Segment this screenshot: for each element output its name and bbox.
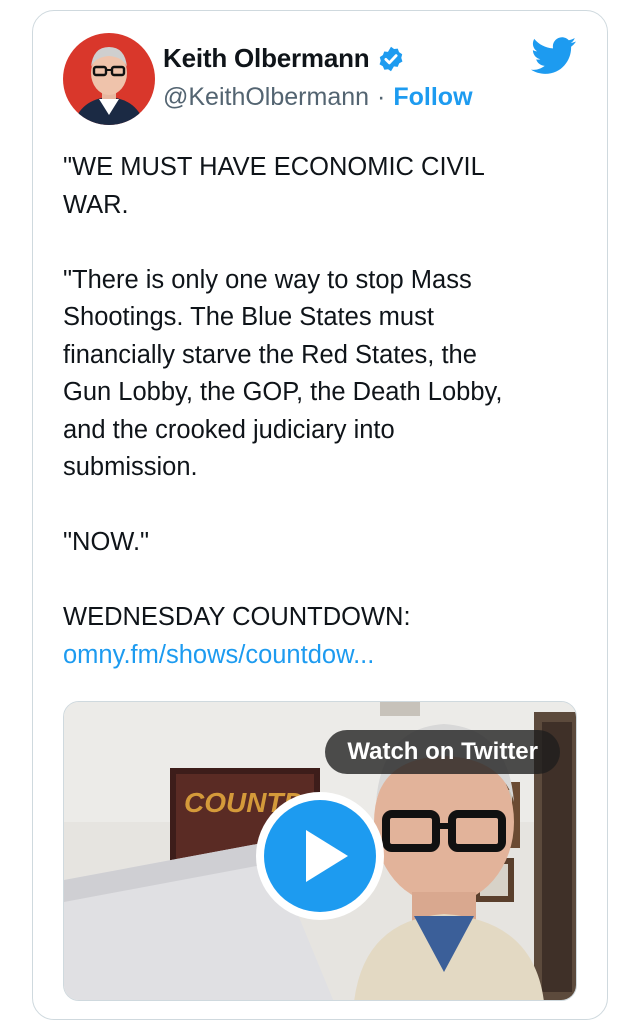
watch-on-twitter-label: Watch on Twitter	[347, 738, 538, 765]
avatar-image	[63, 33, 155, 125]
tweet-body: "WE MUST HAVE ECONOMIC CIVIL WAR. "There…	[63, 153, 503, 631]
handle-separator: ·	[377, 83, 386, 111]
play-button-icon[interactable]	[252, 788, 388, 924]
video-thumbnail[interactable]: COUNTD Watch on Twitter	[63, 701, 577, 1001]
tweet-card[interactable]: Keith Olbermann @KeithOlbermann · Follow…	[32, 10, 608, 1020]
author-display-name[interactable]: Keith Olbermann	[163, 43, 370, 74]
tweet-link[interactable]: omny.fm/shows/countdow...	[63, 641, 374, 669]
author-handle[interactable]: @KeithOlbermann	[163, 83, 369, 112]
tweet-text: "WE MUST HAVE ECONOMIC CIVIL WAR. "There…	[63, 149, 583, 674]
avatar[interactable]	[63, 33, 155, 125]
watch-on-twitter-button[interactable]: Watch on Twitter	[325, 730, 560, 774]
twitter-bird-icon[interactable]	[531, 37, 577, 75]
verified-badge-icon	[377, 45, 405, 73]
follow-button[interactable]: Follow	[393, 83, 472, 112]
author-name-row: Keith Olbermann	[163, 43, 405, 74]
author-handle-row: @KeithOlbermann · Follow	[163, 83, 473, 112]
